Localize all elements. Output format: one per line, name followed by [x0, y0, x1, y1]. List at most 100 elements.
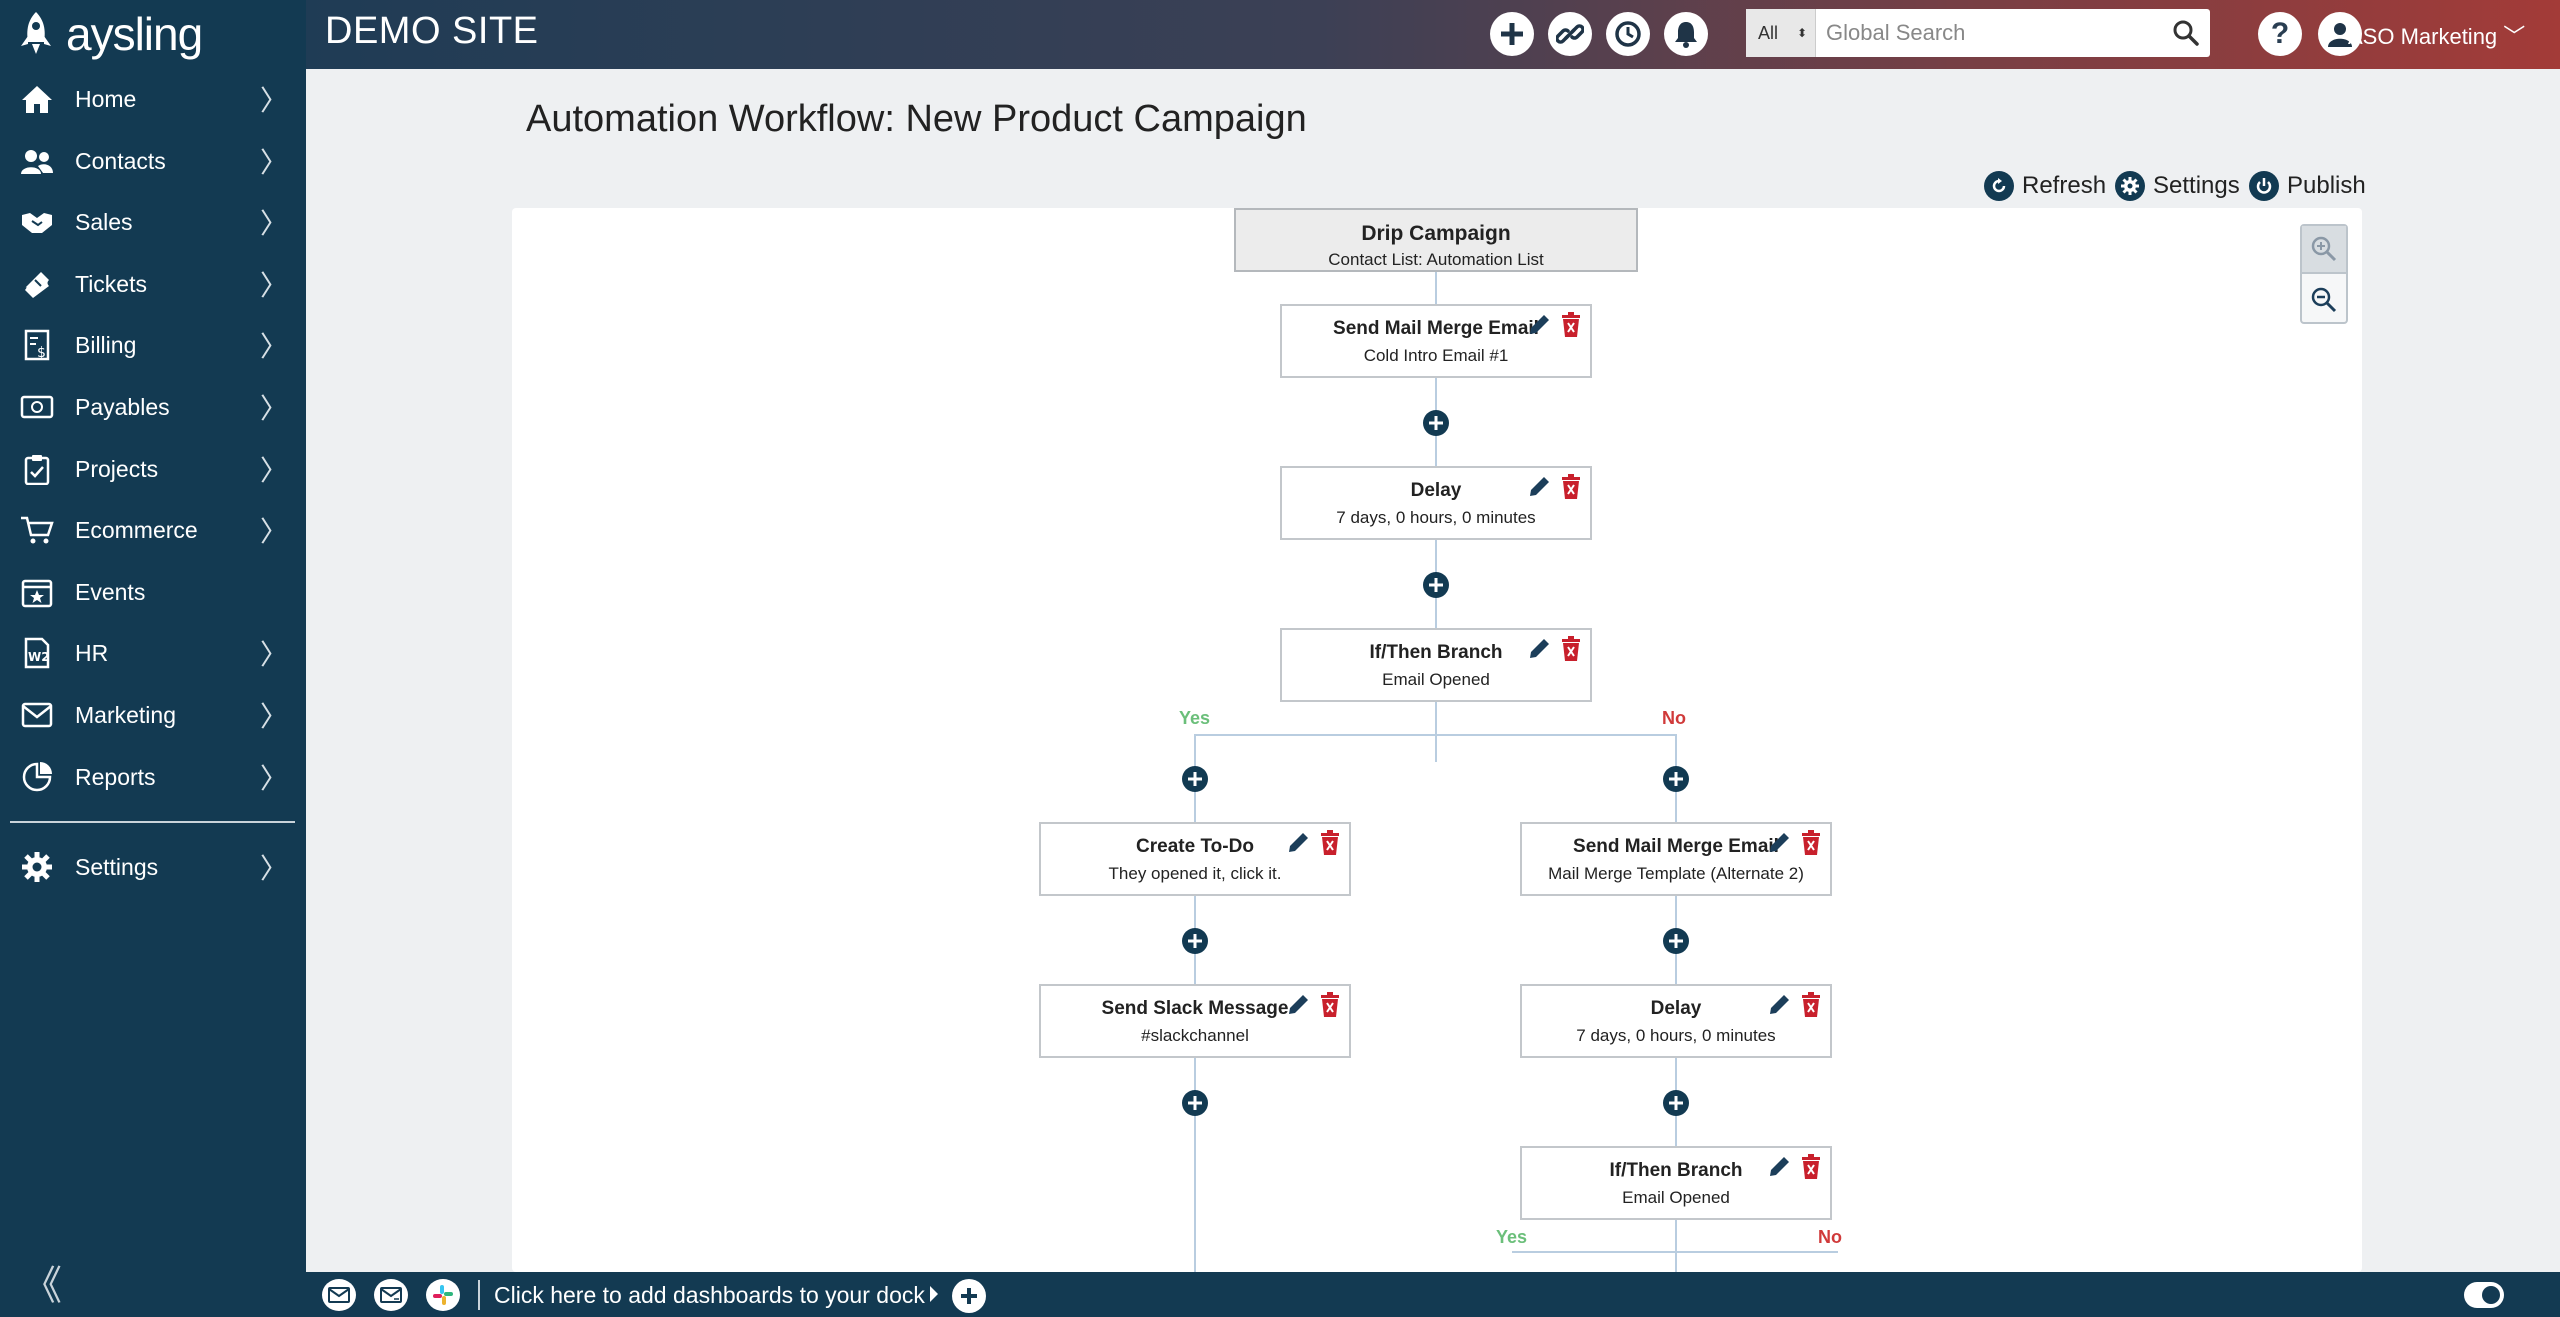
publish-label: Publish — [2287, 172, 2366, 199]
sidebar-item-label: Projects — [75, 455, 159, 482]
sidebar-item-marketing[interactable]: Marketing 〉 — [0, 687, 306, 743]
node-title: Drip Campaign — [1361, 222, 1511, 245]
sidebar-item-contacts[interactable]: Contacts 〉 — [0, 133, 306, 189]
chevron-right-icon: 〉 — [259, 852, 288, 885]
chevron-right-icon: 〉 — [259, 700, 288, 733]
dock-separator — [478, 1280, 480, 1310]
pencil-icon[interactable] — [1766, 992, 1792, 1018]
trash-icon[interactable] — [1560, 636, 1582, 662]
add-step-button[interactable] — [1182, 766, 1208, 792]
workflow-step-node[interactable]: Delay 7 days, 0 hours, 0 minutes — [1520, 984, 1832, 1058]
chevron-right-icon: 〉 — [259, 84, 288, 117]
dock-toggle-switch[interactable] — [2464, 1282, 2504, 1308]
refresh-label: Refresh — [2022, 172, 2107, 199]
search-scope-select[interactable]: All ⬍ — [1746, 9, 1816, 57]
trigger-node[interactable]: Drip Campaign Contact List: Automation L… — [1234, 208, 1638, 272]
sidebar-item-label: Reports — [75, 763, 156, 790]
trash-icon[interactable] — [1800, 1154, 1822, 1180]
user-menu[interactable]: ASO Marketing ﹀ — [2348, 19, 2525, 51]
dock-email-button[interactable] — [322, 1279, 356, 1311]
workflow-branch-node[interactable]: If/Then Branch Email Opened — [1280, 628, 1592, 702]
home-icon — [20, 82, 54, 116]
ticket-icon — [20, 267, 54, 301]
pencil-icon[interactable] — [1526, 312, 1552, 338]
sidebar-item-ecommerce[interactable]: Ecommerce 〉 — [0, 502, 306, 558]
collapse-sidebar-icon[interactable]: 《 — [22, 1253, 62, 1311]
plus-icon — [1429, 578, 1443, 592]
add-step-button[interactable] — [1663, 766, 1689, 792]
help-button[interactable]: ? — [2258, 12, 2302, 56]
search-icon[interactable] — [2172, 19, 2200, 47]
clock-icon — [1615, 21, 1641, 47]
chevron-right-icon: 〉 — [259, 392, 288, 425]
search-input[interactable] — [1826, 9, 2166, 57]
pencil-icon[interactable] — [1526, 474, 1552, 500]
trash-icon[interactable] — [1560, 312, 1582, 338]
node-subtitle: Email Opened — [1382, 670, 1490, 689]
dock-add-button[interactable] — [952, 1279, 986, 1313]
reports-icon — [20, 760, 54, 794]
trash-icon[interactable] — [1560, 474, 1582, 500]
add-step-button[interactable] — [1182, 928, 1208, 954]
plus-icon — [1188, 1096, 1202, 1110]
add-step-button[interactable] — [1663, 928, 1689, 954]
calendar-icon — [20, 575, 54, 609]
dock-slack-button[interactable] — [426, 1279, 460, 1311]
quick-add-button[interactable] — [1490, 12, 1534, 56]
workflow-step-node[interactable]: Delay 7 days, 0 hours, 0 minutes — [1280, 466, 1592, 540]
payables-icon — [20, 390, 54, 424]
zoom-controls — [2300, 224, 2348, 324]
workflow-step-node[interactable]: Create To-Do They opened it, click it. — [1039, 822, 1351, 896]
envelope-icon — [328, 1287, 350, 1303]
pencil-icon[interactable] — [1526, 636, 1552, 662]
add-step-button[interactable] — [1663, 1090, 1689, 1116]
sidebar-item-events[interactable]: Events — [0, 564, 306, 620]
brand-logo[interactable]: aysling — [18, 6, 203, 62]
dashboard-dock: Click here to add dashboards to your doc… — [306, 1272, 2560, 1317]
zoom-out-button[interactable] — [2302, 276, 2346, 324]
add-step-button[interactable] — [1182, 1090, 1208, 1116]
sidebar-item-home[interactable]: Home 〉 — [0, 71, 306, 127]
dock-add-dashboards-link[interactable]: Click here to add dashboards to your doc… — [494, 1282, 925, 1309]
pencil-icon[interactable] — [1766, 830, 1792, 856]
sidebar-item-tickets[interactable]: Tickets 〉 — [0, 256, 306, 312]
trash-icon[interactable] — [1800, 830, 1822, 856]
zoom-in-button[interactable] — [2302, 226, 2346, 274]
dock-mail-merge-button[interactable] — [374, 1279, 408, 1311]
sidebar-item-reports[interactable]: Reports 〉 — [0, 749, 306, 805]
sidebar-item-label: Settings — [75, 853, 159, 880]
branch-no-label: No — [1662, 708, 1686, 728]
trash-icon[interactable] — [1800, 992, 1822, 1018]
workflow-step-node[interactable]: Send Slack Message #slackchannel — [1039, 984, 1351, 1058]
workflow-canvas[interactable]: Drip Campaign Contact List: Automation L… — [512, 208, 2362, 1272]
history-button[interactable] — [1606, 12, 1650, 56]
trash-icon[interactable] — [1319, 830, 1341, 856]
sidebar-item-payables[interactable]: Payables 〉 — [0, 379, 306, 435]
page-title: Automation Workflow: New Product Campaig… — [526, 98, 1307, 140]
plus-icon — [1188, 934, 1202, 948]
global-search: All ⬍ — [1746, 9, 2210, 57]
notifications-button[interactable] — [1664, 12, 1708, 56]
sidebar-item-billing[interactable]: $ Billing 〉 — [0, 317, 306, 373]
chevron-right-icon: 〉 — [259, 330, 288, 363]
workflow-branch-node[interactable]: If/Then Branch Email Opened — [1520, 1146, 1832, 1220]
connector-line — [1512, 1251, 1838, 1253]
sidebar-item-settings[interactable]: Settings 〉 — [0, 839, 306, 895]
add-step-button[interactable] — [1423, 572, 1449, 598]
sidebar-item-hr[interactable]: W2 HR 〉 — [0, 625, 306, 681]
settings-button[interactable]: Settings — [2115, 170, 2240, 202]
pencil-icon[interactable] — [1285, 830, 1311, 856]
add-step-button[interactable] — [1423, 410, 1449, 436]
plus-icon — [1188, 772, 1202, 786]
handshake-icon — [20, 205, 54, 239]
pencil-icon[interactable] — [1285, 992, 1311, 1018]
workflow-step-node[interactable]: Send Mail Merge Email Mail Merge Templat… — [1520, 822, 1832, 896]
pencil-icon[interactable] — [1766, 1154, 1792, 1180]
refresh-button[interactable]: Refresh — [1984, 170, 2106, 202]
sidebar-item-projects[interactable]: Projects 〉 — [0, 441, 306, 497]
publish-button[interactable]: Publish — [2249, 170, 2366, 202]
sidebar-item-sales[interactable]: Sales 〉 — [0, 194, 306, 250]
workflow-step-node[interactable]: Send Mail Merge Email Cold Intro Email #… — [1280, 304, 1592, 378]
trash-icon[interactable] — [1319, 992, 1341, 1018]
links-button[interactable] — [1548, 12, 1592, 56]
